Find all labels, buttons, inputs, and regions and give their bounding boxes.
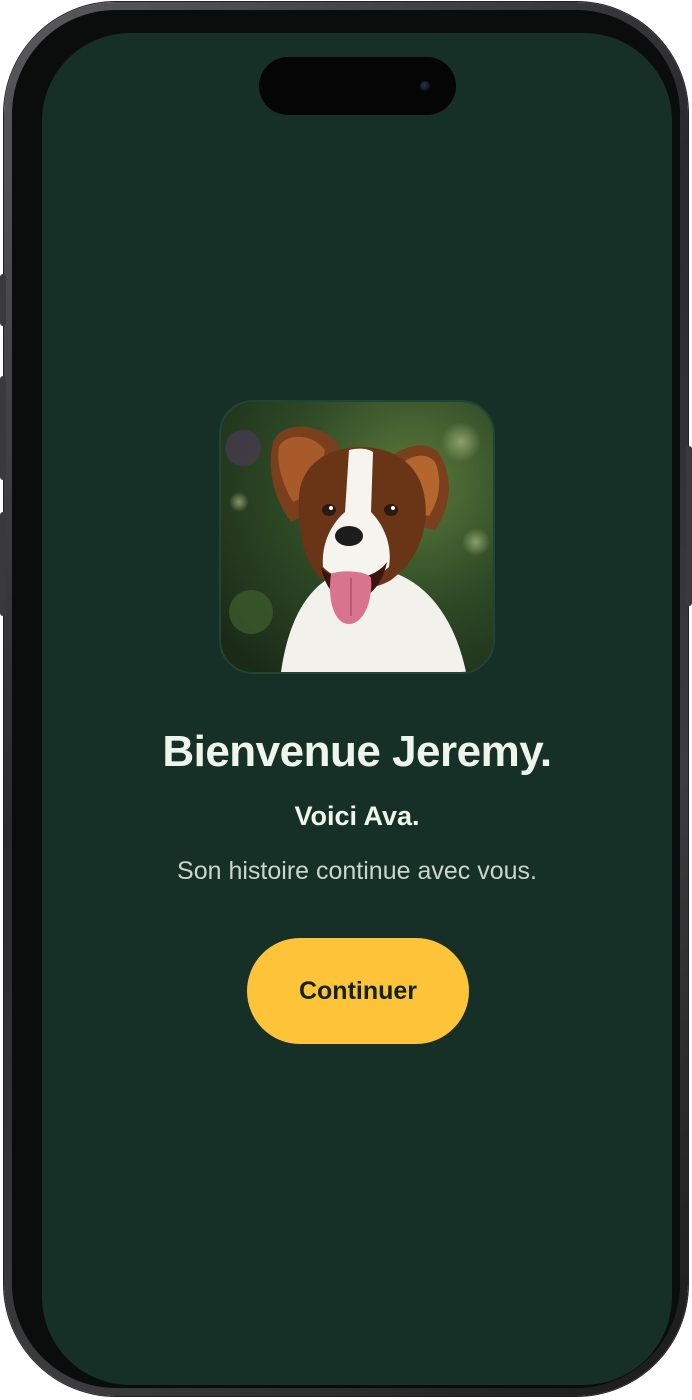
power-button (686, 446, 692, 606)
continue-button[interactable]: Continuer (247, 938, 469, 1044)
action-button (0, 274, 6, 326)
welcome-title: Bienvenue Jeremy. (162, 727, 552, 776)
volume-up-button (0, 376, 6, 480)
phone-bezel: Bienvenue Jeremy. Voici Ava. Son histoir… (12, 10, 680, 1388)
pet-photo (219, 400, 495, 674)
phone-frame: Bienvenue Jeremy. Voici Ava. Son histoir… (0, 2, 692, 1396)
volume-down-button (0, 512, 6, 616)
dynamic-island (259, 57, 456, 115)
dog-portrait-image (221, 402, 493, 672)
app-screen: Bienvenue Jeremy. Voici Ava. Son histoir… (42, 33, 672, 1385)
front-camera-icon (420, 81, 430, 91)
tagline-text: Son histoire continue avec vous. (177, 857, 537, 885)
pet-intro-subtitle: Voici Ava. (294, 801, 420, 831)
